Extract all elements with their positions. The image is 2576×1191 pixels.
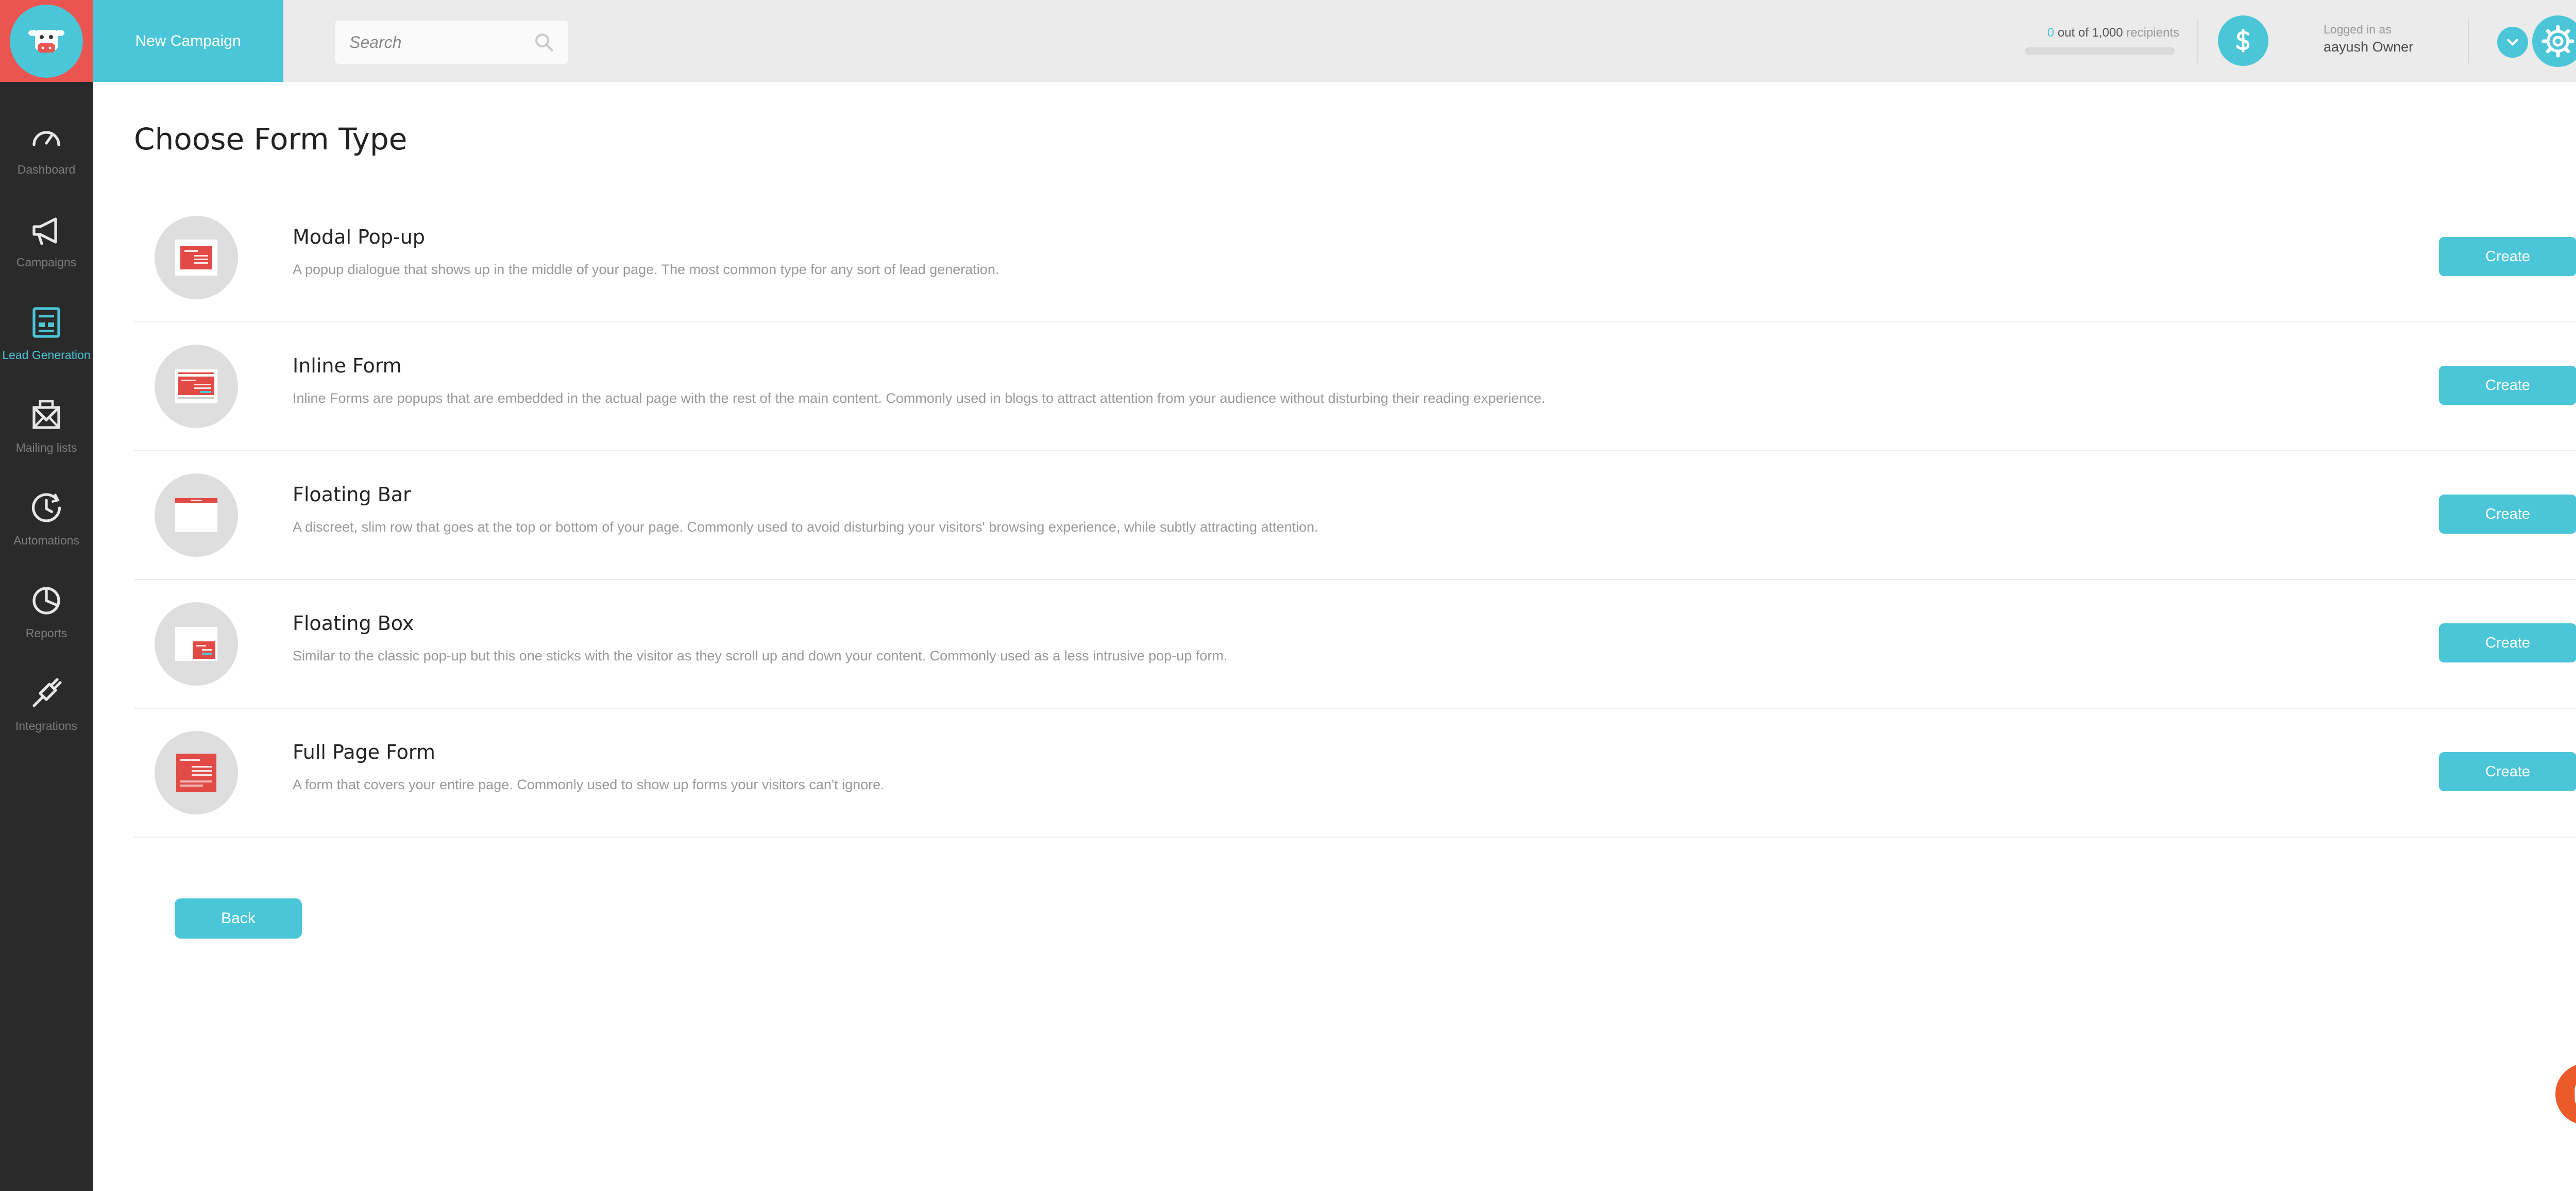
recipients-counter: 0 out of 1,000 recipients xyxy=(2025,26,2179,40)
full-page-form-icon xyxy=(155,731,238,814)
dollar-icon xyxy=(2236,29,2250,53)
floating-box-icon xyxy=(155,602,238,686)
recipients-progress-bar xyxy=(2025,47,2175,55)
settings-button[interactable] xyxy=(2532,15,2576,67)
recipients-limit: 1,000 xyxy=(2092,26,2123,40)
gear-icon xyxy=(2541,25,2574,58)
form-type-description: A discreet, slim row that goes at the to… xyxy=(293,519,1318,535)
sidebar-item-campaigns[interactable]: Campaigns xyxy=(0,196,93,288)
form-type-description: Inline Forms are popups that are embedde… xyxy=(293,390,1546,406)
user-menu-dropdown[interactable] xyxy=(2497,27,2528,58)
inline-form-icon xyxy=(155,345,238,428)
sidebar-item-label: Campaigns xyxy=(16,256,77,269)
sidebar-item-label: Reports xyxy=(25,626,67,640)
form-type-row-inline-form: Inline Form Inline Forms are popups that… xyxy=(134,322,2576,451)
new-campaign-button[interactable]: New Campaign xyxy=(93,0,283,82)
plug-icon xyxy=(32,678,62,707)
create-modal-popup-button[interactable]: Create xyxy=(2439,237,2576,276)
floating-bar-icon xyxy=(155,473,238,557)
chat-launcher-button[interactable] xyxy=(2555,1063,2576,1125)
create-inline-form-button[interactable]: Create xyxy=(2439,366,2576,405)
chevron-down-icon xyxy=(2507,39,2518,46)
search-icon[interactable] xyxy=(533,31,555,53)
sidebar-item-dashboard[interactable]: Dashboard xyxy=(0,103,93,196)
create-floating-bar-button[interactable]: Create xyxy=(2439,495,2576,534)
clock-icon xyxy=(31,493,61,522)
form-type-row-floating-bar: Floating Bar A discreet, slim row that g… xyxy=(134,451,2576,580)
billing-button[interactable] xyxy=(2218,15,2268,66)
divider xyxy=(2197,19,2198,63)
form-type-name: Floating Box xyxy=(293,612,414,635)
logged-in-label: Logged in as xyxy=(2324,23,2392,36)
pie-chart-icon xyxy=(32,587,60,615)
top-bar: New Campaign 0 out of 1,000 recipients L… xyxy=(93,0,2576,82)
sidebar-item-reports[interactable]: Reports xyxy=(0,567,93,659)
form-type-name: Modal Pop-up xyxy=(293,226,425,248)
megaphone-icon xyxy=(32,217,57,245)
modal-popup-icon xyxy=(155,216,238,299)
sidebar-item-lead-generation[interactable]: Lead Generation xyxy=(0,288,93,381)
form-type-row-full-page-form: Full Page Form A form that covers your e… xyxy=(134,709,2576,838)
sidebar-item-automations[interactable]: Automations xyxy=(0,474,93,567)
divider xyxy=(2468,19,2469,63)
logo[interactable] xyxy=(0,0,93,82)
dashboard-icon xyxy=(32,131,60,146)
form-type-description: A form that covers your entire page. Com… xyxy=(293,777,885,792)
chat-icon xyxy=(2574,1085,2576,1103)
sidebar-item-mailing-lists[interactable]: Mailing lists xyxy=(0,381,93,474)
page-title: Choose Form Type xyxy=(134,122,408,157)
form-icon xyxy=(32,307,60,338)
sidebar-item-label: Lead Generation xyxy=(2,348,91,362)
recipients-count: 0 xyxy=(2047,26,2055,40)
cow-logo-icon xyxy=(10,4,83,78)
form-type-name: Full Page Form xyxy=(293,741,435,763)
form-type-description: A popup dialogue that shows up in the mi… xyxy=(293,262,999,277)
form-type-row-modal-popup: Modal Pop-up A popup dialogue that shows… xyxy=(134,194,2576,322)
form-type-description: Similar to the classic pop-up but this o… xyxy=(293,648,1228,663)
recipients-suffix: recipients xyxy=(2126,26,2179,40)
sidebar-item-label: Mailing lists xyxy=(15,441,77,454)
search-box xyxy=(335,21,568,64)
sidebar-item-integrations[interactable]: Integrations xyxy=(0,659,93,752)
form-type-name: Inline Form xyxy=(293,354,402,377)
create-full-page-form-button[interactable]: Create xyxy=(2439,752,2576,791)
sidebar-item-label: Integrations xyxy=(15,719,78,733)
form-type-name: Floating Bar xyxy=(293,483,411,506)
mail-icon xyxy=(32,400,60,429)
back-button[interactable]: Back xyxy=(175,898,302,939)
create-floating-box-button[interactable]: Create xyxy=(2439,623,2576,662)
form-type-row-floating-box: Floating Box Similar to the classic pop-… xyxy=(134,580,2576,709)
search-input[interactable] xyxy=(348,32,533,53)
recipients-middle: out of xyxy=(2057,26,2089,40)
user-name: aayush Owner xyxy=(2324,39,2414,55)
sidebar: Dashboard Campaigns Lead Generation Mail… xyxy=(0,0,93,1191)
sidebar-item-label: Automations xyxy=(13,534,79,547)
sidebar-item-label: Dashboard xyxy=(17,163,76,176)
